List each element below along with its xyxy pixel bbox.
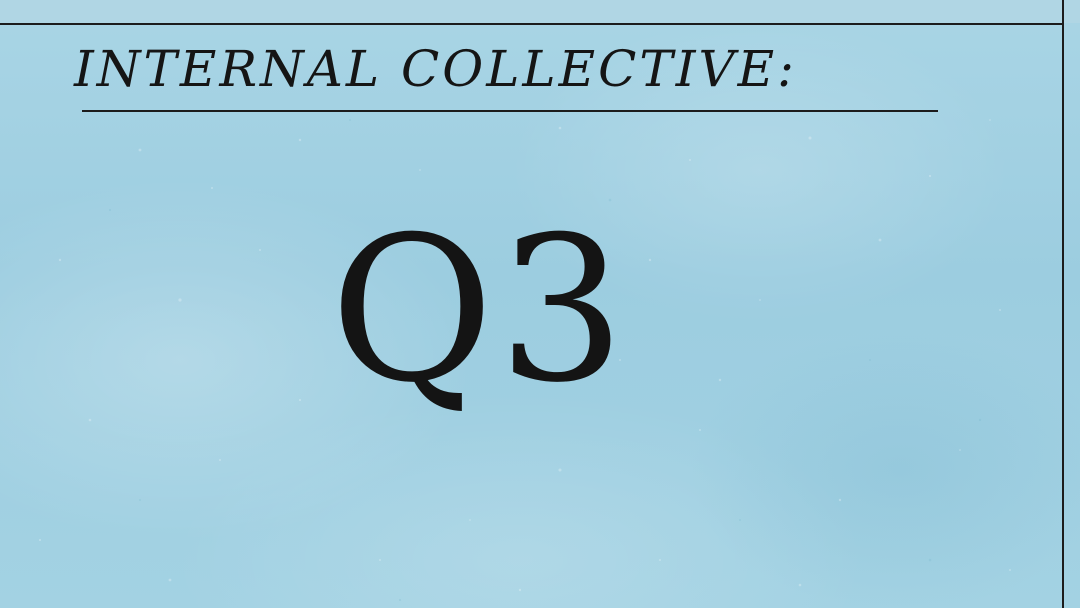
- poster-title: INTERNAL COLLECTIVE:: [74, 40, 797, 98]
- right-border-line: [1062, 0, 1064, 608]
- poster-background: INTERNAL COLLECTIVE: Q3: [0, 0, 1080, 608]
- quarter-label: Q3: [330, 194, 630, 427]
- top-band: [0, 0, 1080, 23]
- top-border-line: [0, 23, 1064, 25]
- title-underline: [82, 110, 938, 112]
